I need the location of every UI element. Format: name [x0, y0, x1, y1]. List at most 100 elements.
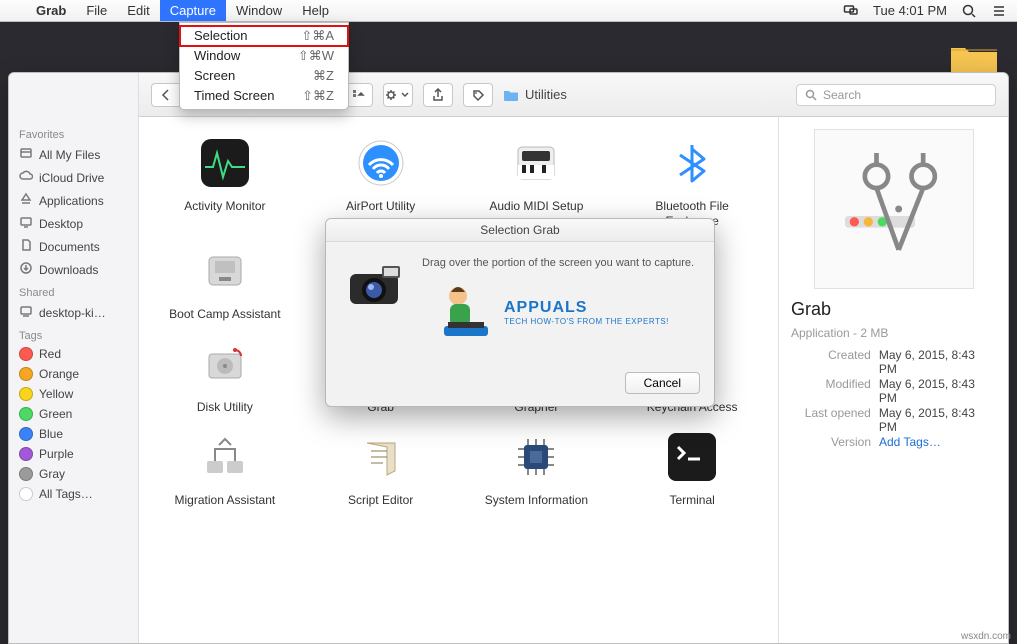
folder-icon: [503, 89, 519, 101]
sidebar-item-desktop-ki-[interactable]: desktop-ki…: [9, 301, 138, 324]
sidebar-item-icloud-drive[interactable]: iCloud Drive: [9, 166, 138, 189]
preview-row-key: Last opened: [791, 406, 871, 434]
app-audio-midi-setup[interactable]: Audio MIDI Setup: [459, 129, 615, 229]
app-bluetooth-file-exchange[interactable]: Bluetooth File Exchange: [614, 129, 770, 229]
preview-icon: [814, 129, 974, 289]
share-button[interactable]: [423, 83, 453, 107]
app-menu[interactable]: Grab: [26, 0, 76, 21]
menu-item-window[interactable]: Window⇧⌘W: [180, 46, 348, 66]
sidebar-header: Favorites: [9, 123, 138, 143]
sidebar-header: Shared: [9, 281, 138, 301]
window-menu[interactable]: Window: [226, 0, 292, 21]
search-input[interactable]: Search: [796, 84, 996, 106]
preview-row: Last opened May 6, 2015, 8:43 PM: [791, 406, 996, 434]
sidebar-item-label: Yellow: [39, 387, 73, 401]
sidebar-item-label: Documents: [39, 240, 100, 254]
sidebar-item-documents[interactable]: Documents: [9, 235, 138, 258]
tag-dot-icon: [19, 367, 33, 381]
desktop-icon: [19, 215, 33, 232]
app-boot-camp-assistant[interactable]: Boot Camp Assistant: [147, 237, 303, 322]
app-migration-assistant[interactable]: Migration Assistant: [147, 423, 303, 508]
window-title-label: Utilities: [525, 87, 567, 102]
clock[interactable]: Tue 4:01 PM: [873, 3, 947, 18]
sidebar-item-blue[interactable]: Blue: [9, 424, 138, 444]
sidebar-item-red[interactable]: Red: [9, 344, 138, 364]
sidebar-item-gray[interactable]: Gray: [9, 464, 138, 484]
sidebar-item-all-my-files[interactable]: All My Files: [9, 143, 138, 166]
preview-row-key: Created: [791, 348, 871, 376]
sidebar-item-label: desktop-ki…: [39, 306, 106, 320]
preview-row-key: Version: [791, 435, 871, 449]
displays-menuextra-icon[interactable]: [843, 3, 859, 19]
app-label: System Information: [485, 493, 588, 508]
preview-kind: Application - 2 MB: [791, 326, 996, 340]
menu-bar: Grab File Edit Capture Window Help Tue 4…: [0, 0, 1017, 22]
sidebar-item-label: Red: [39, 347, 61, 361]
sidebar-item-label: Purple: [39, 447, 74, 461]
app-label: Terminal: [669, 493, 714, 508]
menu-item-screen[interactable]: Screen⌘Z: [180, 66, 348, 86]
preview-name: Grab: [791, 299, 996, 320]
sidebar-item-label: Gray: [39, 467, 65, 481]
action-button[interactable]: [383, 83, 413, 107]
sidebar-item-purple[interactable]: Purple: [9, 444, 138, 464]
back-button[interactable]: [152, 84, 180, 106]
app-disk-utility[interactable]: Disk Utility: [147, 330, 303, 415]
selection-grab-dialog: Selection Grab Drag over the portion of …: [325, 218, 715, 407]
sidebar-item-desktop[interactable]: Desktop: [9, 212, 138, 235]
doc-icon: [19, 238, 33, 255]
cancel-button[interactable]: Cancel: [625, 372, 700, 394]
preview-row-value: May 6, 2015, 8:43 PM: [879, 348, 996, 376]
edit-menu[interactable]: Edit: [117, 0, 159, 21]
apps-icon: [19, 192, 33, 209]
camera-icon: [344, 256, 408, 312]
watermark: wsxdn.com: [961, 631, 1011, 642]
preview-row-value: May 6, 2015, 8:43 PM: [879, 377, 996, 405]
app-system-information[interactable]: System Information: [459, 423, 615, 508]
sidebar-item-label: Green: [39, 407, 72, 421]
preview-row: Version Add Tags…: [791, 435, 996, 449]
preview-row: Modified May 6, 2015, 8:43 PM: [791, 377, 996, 405]
app-label: AirPort Utility: [346, 199, 415, 214]
all-files-icon: [19, 146, 33, 163]
spotlight-icon[interactable]: [961, 3, 977, 19]
menu-item-timed-screen[interactable]: Timed Screen⇧⌘Z: [180, 86, 348, 106]
window-title: Utilities: [503, 87, 567, 102]
app-label: Audio MIDI Setup: [489, 199, 583, 214]
preview-row-value[interactable]: Add Tags…: [879, 435, 941, 449]
tag-dot-icon: [19, 427, 33, 441]
menu-item-selection[interactable]: Selection⇧⌘A: [180, 26, 348, 46]
app-label: Script Editor: [348, 493, 413, 508]
monitor-icon: [19, 304, 33, 321]
capture-menu[interactable]: Capture: [160, 0, 226, 21]
appuals-watermark: APPUALSTECH HOW-TO'S FROM THE EXPERTS!: [436, 282, 669, 342]
app-activity-monitor[interactable]: Activity Monitor: [147, 129, 303, 229]
tags-button[interactable]: [463, 83, 493, 107]
sidebar-item-label: All Tags…: [39, 487, 93, 501]
dialog-title: Selection Grab: [326, 219, 714, 242]
sidebar-item-label: iCloud Drive: [39, 171, 104, 185]
sidebar-item-label: All My Files: [39, 148, 100, 162]
sidebar-item-orange[interactable]: Orange: [9, 364, 138, 384]
app-label: Boot Camp Assistant: [169, 307, 280, 322]
sidebar: Favorites All My Files iCloud Drive Applica…: [9, 73, 139, 643]
sidebar-item-label: Applications: [39, 194, 104, 208]
capture-dropdown: Selection⇧⌘AWindow⇧⌘WScreen⌘ZTimed Scree…: [179, 22, 349, 110]
notification-center-icon[interactable]: [991, 3, 1007, 19]
app-terminal[interactable]: Terminal: [614, 423, 770, 508]
sidebar-item-all-tags-[interactable]: All Tags…: [9, 484, 138, 504]
preview-row: Created May 6, 2015, 8:43 PM: [791, 348, 996, 376]
preview-row-key: Modified: [791, 377, 871, 405]
sidebar-item-yellow[interactable]: Yellow: [9, 384, 138, 404]
app-airport-utility[interactable]: AirPort Utility: [303, 129, 459, 229]
file-menu[interactable]: File: [76, 0, 117, 21]
help-menu[interactable]: Help: [292, 0, 339, 21]
sidebar-item-label: Blue: [39, 427, 63, 441]
app-script-editor[interactable]: Script Editor: [303, 423, 459, 508]
cloud-icon: [19, 169, 33, 186]
preview-row-value: May 6, 2015, 8:43 PM: [879, 406, 996, 434]
sidebar-item-green[interactable]: Green: [9, 404, 138, 424]
tag-dot-icon: [19, 487, 33, 501]
sidebar-item-applications[interactable]: Applications: [9, 189, 138, 212]
sidebar-item-downloads[interactable]: Downloads: [9, 258, 138, 281]
